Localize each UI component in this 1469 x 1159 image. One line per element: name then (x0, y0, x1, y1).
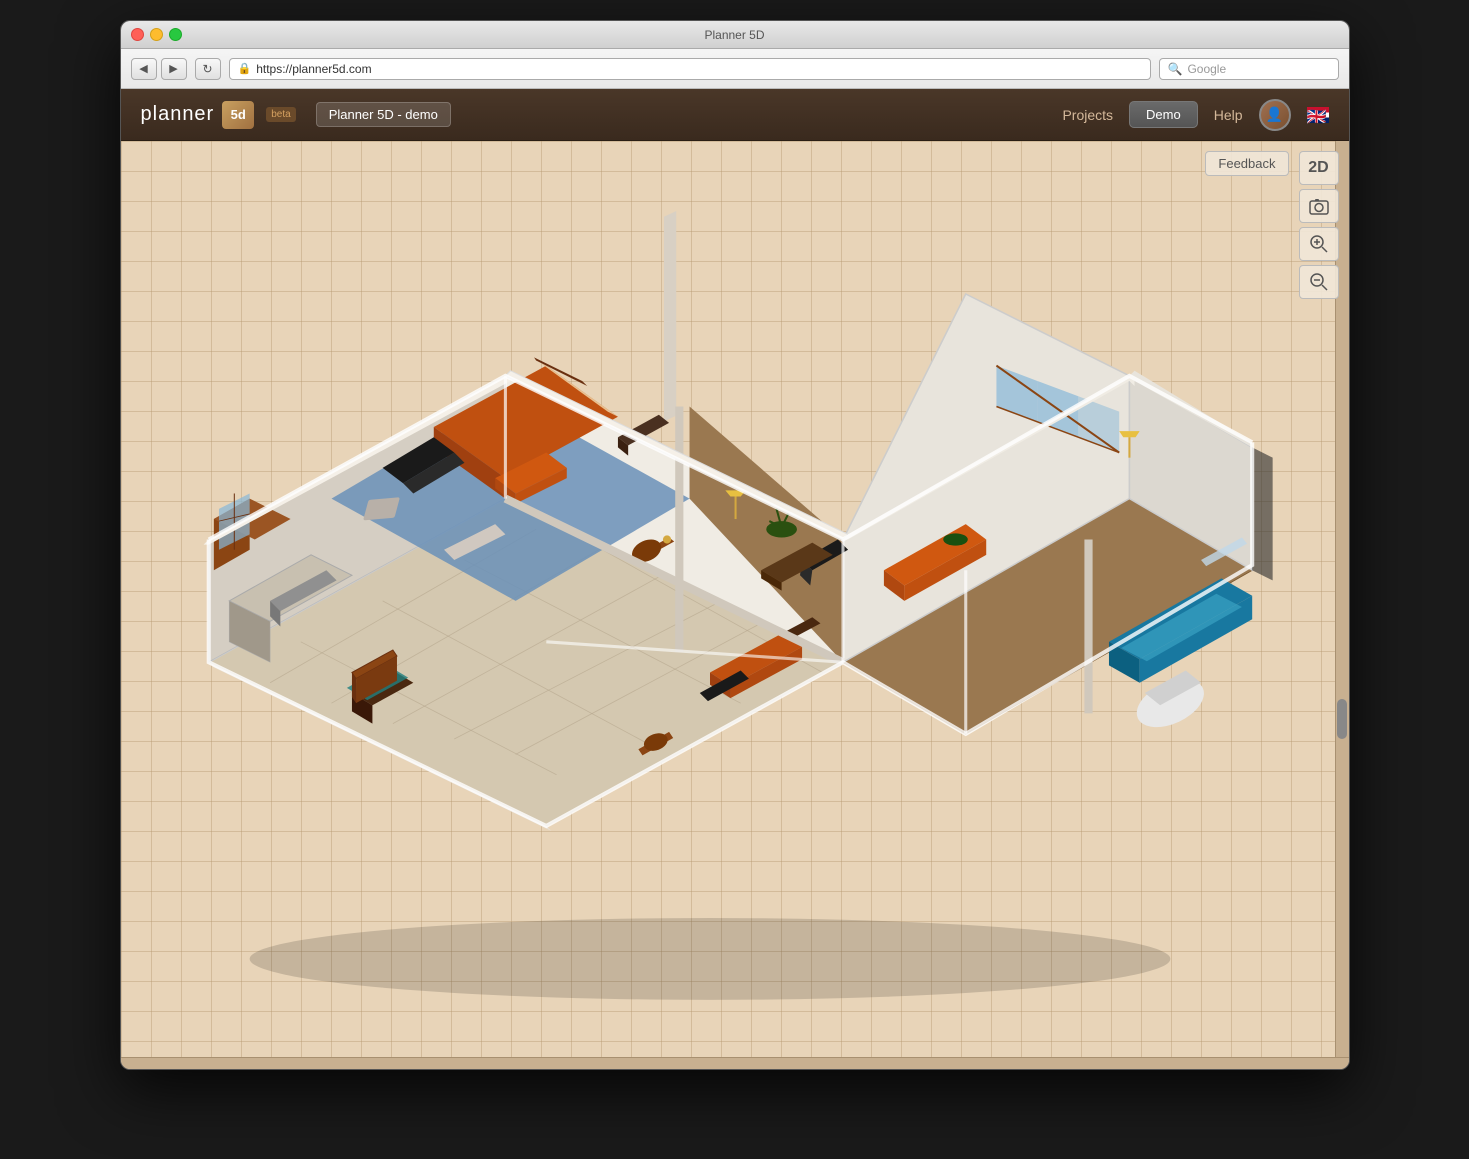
search-placeholder: Google (1187, 62, 1226, 76)
projects-link[interactable]: Projects (1062, 107, 1113, 123)
floor-plan[interactable] (141, 161, 1279, 1051)
user-avatar[interactable]: 👤 (1259, 99, 1291, 131)
language-flag[interactable]: 🇬🇧 (1307, 107, 1329, 123)
browser-chrome: ◀ ▶ ↻ 🔒 https://planner5d.com 🔍 Google (121, 49, 1349, 89)
app-header: planner 5d beta Planner 5D - demo Projec… (121, 89, 1349, 141)
window-buttons (131, 28, 182, 41)
url-text: https://planner5d.com (256, 62, 371, 76)
logo-area: planner 5d beta (141, 101, 296, 129)
nav-right: Projects Demo Help 👤 🇬🇧 (1062, 99, 1328, 131)
project-name[interactable]: Planner 5D - demo (316, 102, 451, 127)
camera-icon (1309, 197, 1329, 215)
zoom-in-button[interactable] (1299, 227, 1339, 261)
title-bar: Planner 5D (121, 21, 1349, 49)
minimize-button[interactable] (150, 28, 163, 41)
beta-badge: beta (266, 107, 295, 122)
back-button[interactable]: ◀ (131, 58, 157, 80)
maximize-button[interactable] (169, 28, 182, 41)
mac-window: Planner 5D ◀ ▶ ↻ 🔒 https://planner5d.com… (120, 20, 1350, 1070)
logo-text: planner (141, 103, 215, 126)
help-link[interactable]: Help (1214, 107, 1243, 123)
forward-button[interactable]: ▶ (161, 58, 187, 80)
screenshot-button[interactable] (1299, 189, 1339, 223)
scrollbar-thumb-vertical[interactable] (1337, 699, 1347, 739)
canvas-area[interactable]: Feedback 2D (121, 141, 1349, 1070)
zoom-in-icon (1309, 234, 1329, 254)
zoom-out-button[interactable] (1299, 265, 1339, 299)
demo-button[interactable]: Demo (1129, 101, 1198, 128)
reload-button[interactable]: ↻ (195, 58, 221, 80)
nav-buttons: ◀ ▶ (131, 58, 187, 80)
right-toolbar: 2D (1299, 151, 1339, 299)
search-icon: 🔍 (1168, 62, 1183, 76)
feedback-button[interactable]: Feedback (1205, 151, 1288, 176)
window-title: Planner 5D (704, 28, 764, 42)
lock-icon: 🔒 (238, 62, 252, 75)
address-bar[interactable]: 🔒 https://planner5d.com (229, 58, 1151, 80)
view-2d-button[interactable]: 2D (1299, 151, 1339, 185)
search-bar[interactable]: 🔍 Google (1159, 58, 1339, 80)
close-button[interactable] (131, 28, 144, 41)
logo-5d: 5d (222, 101, 254, 129)
scrollbar-horizontal[interactable] (121, 1057, 1349, 1070)
zoom-out-icon (1309, 272, 1329, 292)
